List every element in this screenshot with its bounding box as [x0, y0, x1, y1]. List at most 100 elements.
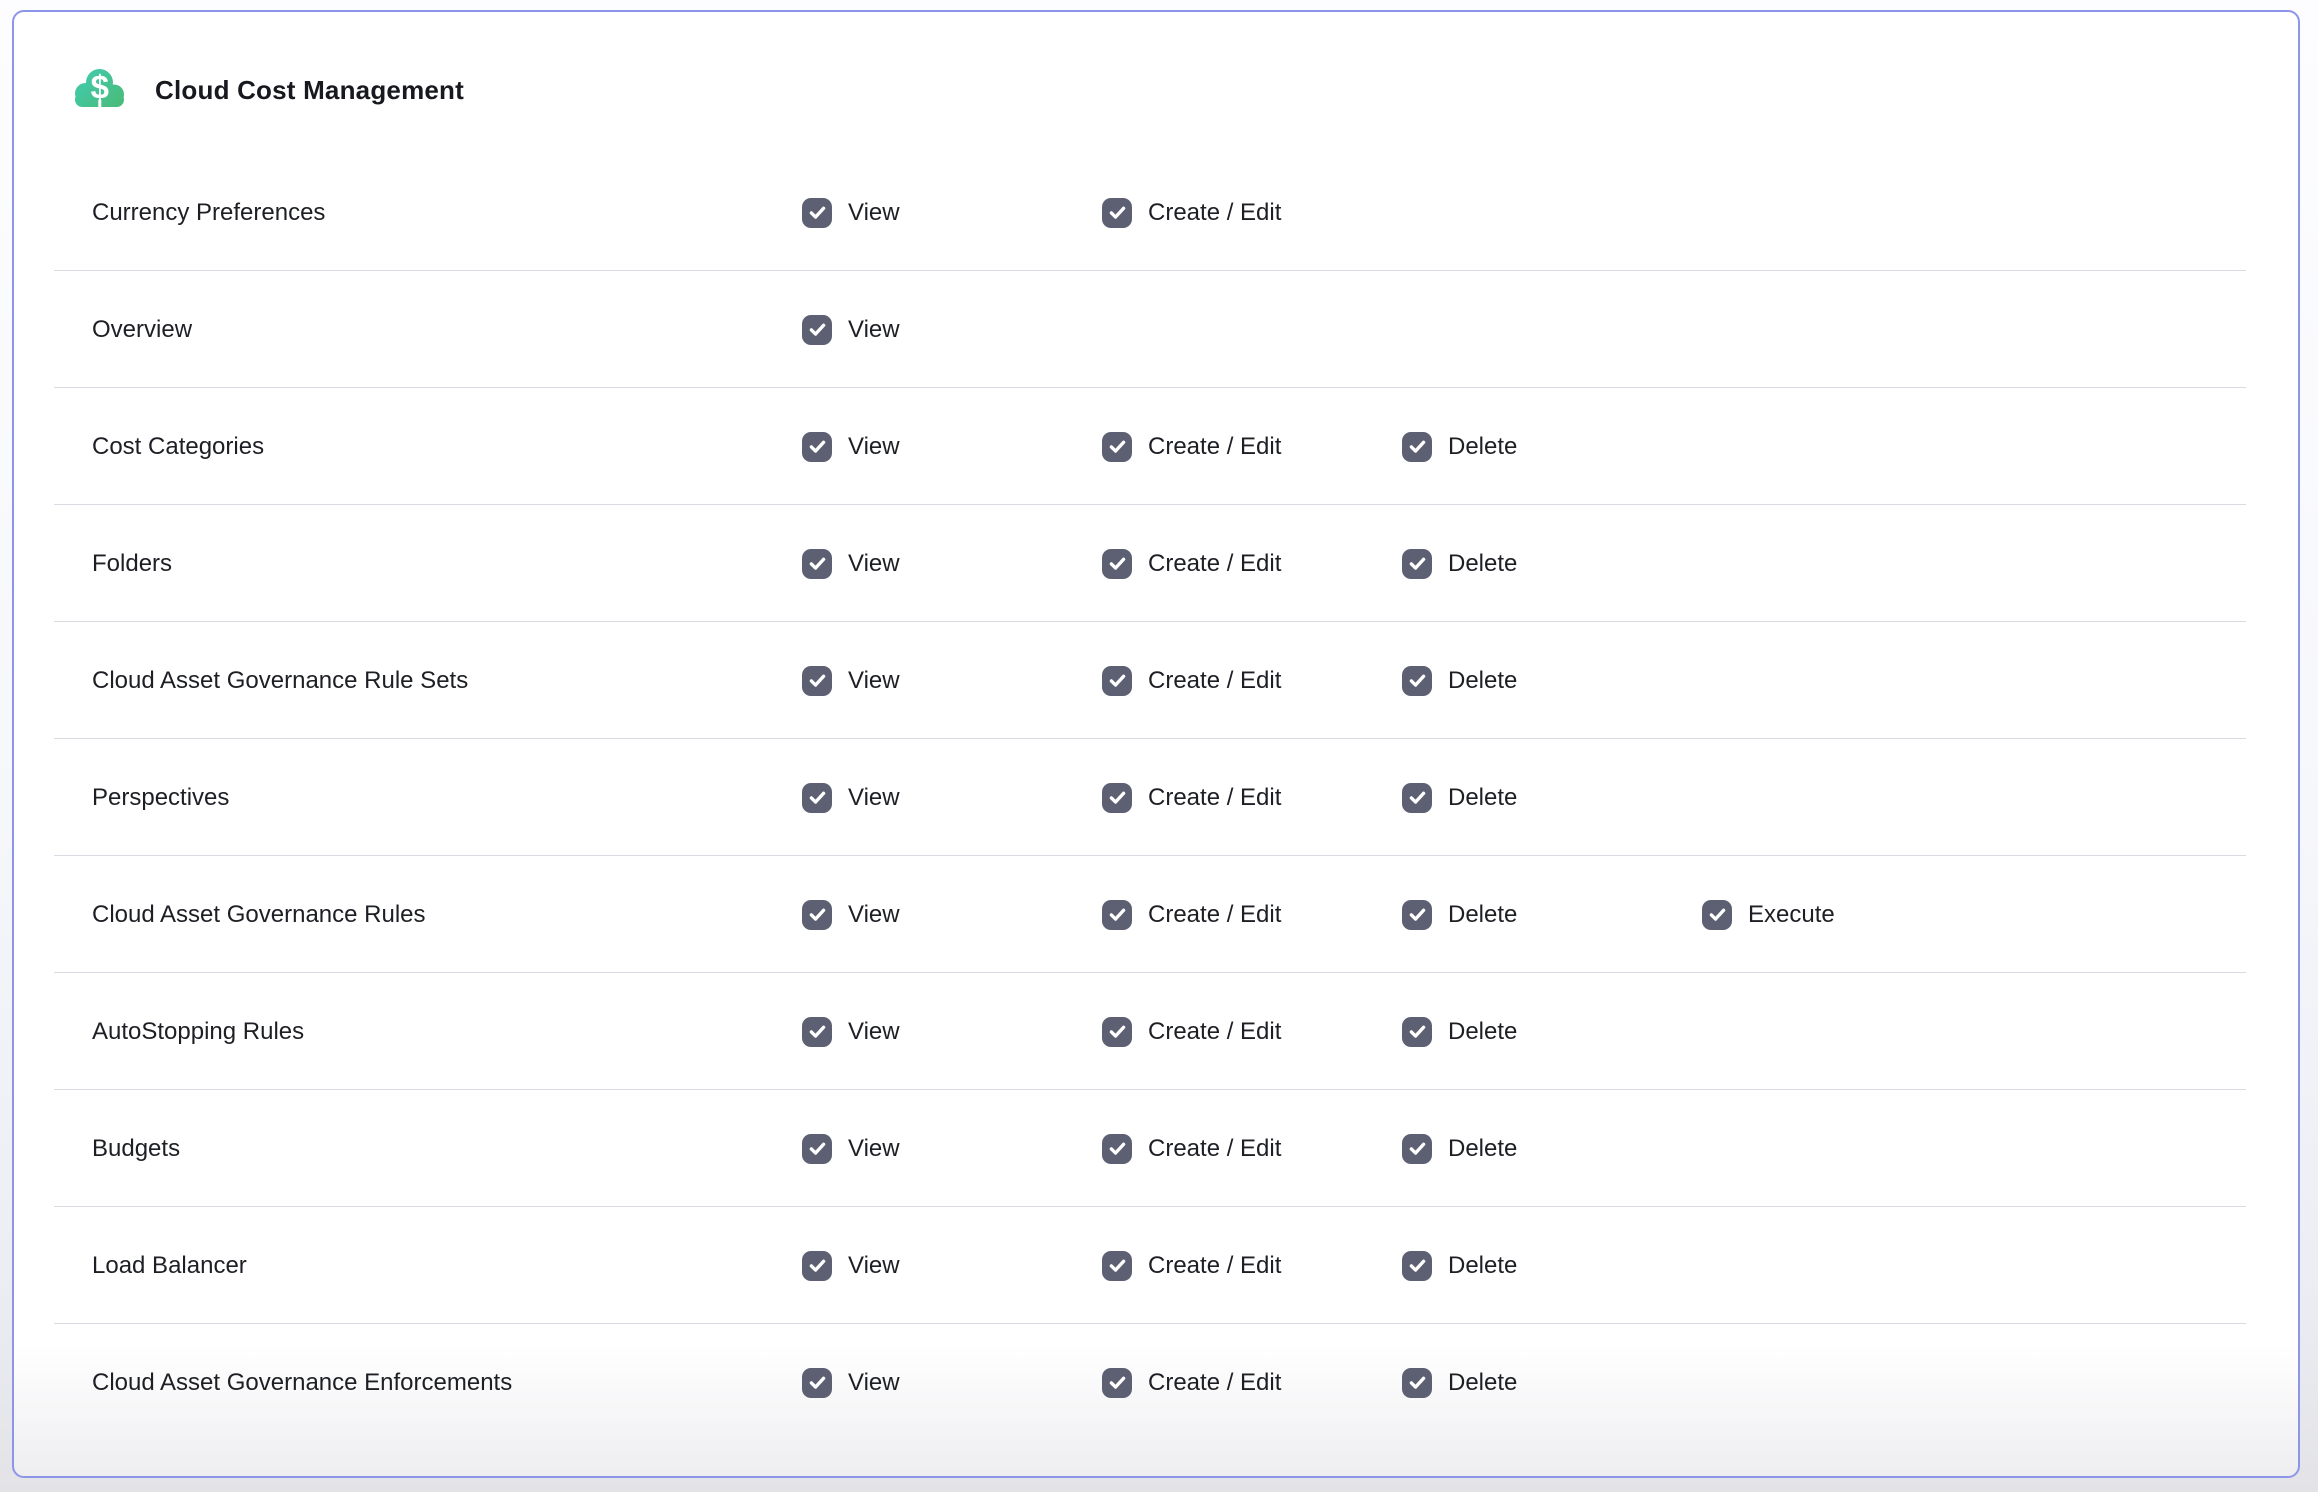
permission-label: View: [848, 316, 900, 344]
permission-label: View: [848, 199, 900, 227]
checkmark-icon: [1407, 904, 1428, 925]
checkbox-checked[interactable]: [1402, 666, 1432, 696]
permission-row: Budgets View Create / Edit Delete: [14, 1090, 2298, 1207]
permission-label: Create / Edit: [1148, 1018, 1281, 1046]
checkbox-checked[interactable]: [1102, 1017, 1132, 1047]
permission-label: View: [848, 550, 900, 578]
checkmark-icon: [807, 1255, 828, 1276]
checkmark-icon: [807, 787, 828, 808]
permission-label: Create / Edit: [1148, 1135, 1281, 1163]
permission-view: View: [802, 1251, 1102, 1281]
cloud-cost-management-permissions-card: $ Cloud Cost Management Currency Prefere…: [12, 10, 2300, 1478]
permission-label: Create / Edit: [1148, 433, 1281, 461]
permission-label: View: [848, 667, 900, 695]
checkbox-checked[interactable]: [802, 900, 832, 930]
checkmark-icon: [1407, 1255, 1428, 1276]
resource-label: Load Balancer: [92, 1252, 802, 1280]
checkbox-checked[interactable]: [802, 1251, 832, 1281]
checkbox-checked[interactable]: [1402, 1017, 1432, 1047]
permission-label: Create / Edit: [1148, 1369, 1281, 1397]
checkbox-checked[interactable]: [1102, 900, 1132, 930]
permission-create-edit: Create / Edit: [1102, 549, 1402, 579]
permission-view: View: [802, 549, 1102, 579]
checkbox-checked[interactable]: [1102, 432, 1132, 462]
checkbox-checked[interactable]: [802, 1368, 832, 1398]
permission-create-edit: Create / Edit: [1102, 198, 1402, 228]
checkbox-checked[interactable]: [1402, 1134, 1432, 1164]
checkmark-icon: [1407, 1372, 1428, 1393]
permission-label: View: [848, 1369, 900, 1397]
permission-create-edit: Create / Edit: [1102, 900, 1402, 930]
checkmark-icon: [807, 1372, 828, 1393]
checkmark-icon: [807, 670, 828, 691]
permission-label: View: [848, 1018, 900, 1046]
permission-label: Delete: [1448, 901, 1517, 929]
checkbox-checked[interactable]: [802, 1017, 832, 1047]
permission-label: Delete: [1448, 1369, 1517, 1397]
resource-label: Cloud Asset Governance Enforcements: [92, 1369, 802, 1397]
checkbox-checked[interactable]: [802, 432, 832, 462]
checkbox-checked[interactable]: [1402, 1368, 1432, 1398]
resource-label: Budgets: [92, 1135, 802, 1163]
permission-label: Delete: [1448, 550, 1517, 578]
permission-row: Cloud Asset Governance Rule Sets ViewCre…: [14, 622, 2298, 739]
checkmark-icon: [1107, 787, 1128, 808]
permission-view: View: [802, 900, 1102, 930]
checkbox-checked[interactable]: [1402, 900, 1432, 930]
permission-create-edit: Create / Edit: [1102, 666, 1402, 696]
checkbox-checked[interactable]: [1102, 1368, 1132, 1398]
permission-label: Create / Edit: [1148, 901, 1281, 929]
checkbox-checked[interactable]: [1702, 900, 1732, 930]
resource-label: Folders: [92, 550, 802, 578]
permission-label: Create / Edit: [1148, 550, 1281, 578]
permission-label: Create / Edit: [1148, 199, 1281, 227]
checkbox-checked[interactable]: [1402, 549, 1432, 579]
permission-label: Delete: [1448, 667, 1517, 695]
permission-view: View: [802, 198, 1102, 228]
checkbox-checked[interactable]: [802, 783, 832, 813]
checkmark-icon: [807, 553, 828, 574]
permission-create-edit: Create / Edit: [1102, 783, 1402, 813]
checkmark-icon: [1107, 436, 1128, 457]
permission-label: Execute: [1748, 901, 1835, 929]
permission-label: View: [848, 901, 900, 929]
checkbox-checked[interactable]: [802, 549, 832, 579]
checkmark-icon: [807, 1021, 828, 1042]
checkbox-checked[interactable]: [1102, 666, 1132, 696]
permission-row: AutoStopping Rules ViewCreate / EditDele…: [14, 973, 2298, 1090]
permission-create-edit: Create / Edit: [1102, 1368, 1402, 1398]
permission-view: View: [802, 315, 1102, 345]
permission-row: Cloud Asset Governance Enforcements View…: [14, 1324, 2298, 1441]
checkmark-icon: [1407, 670, 1428, 691]
checkbox-checked[interactable]: [1102, 783, 1132, 813]
cloud-dollar-icon: $: [71, 65, 129, 115]
permission-delete: Delete: [1402, 783, 1702, 813]
checkbox-checked[interactable]: [1102, 549, 1132, 579]
checkmark-icon: [807, 904, 828, 925]
permission-view: View: [802, 1368, 1102, 1398]
checkbox-checked[interactable]: [1102, 1251, 1132, 1281]
permission-row: Load Balancer ViewCreate / EditDelete: [14, 1207, 2298, 1324]
permission-create-edit: Create / Edit: [1102, 432, 1402, 462]
permission-delete: Delete: [1402, 1134, 1702, 1164]
permission-label: View: [848, 1135, 900, 1163]
permission-view: View: [802, 666, 1102, 696]
permission-view: View: [802, 432, 1102, 462]
resource-label: Cost Categories: [92, 433, 802, 461]
checkbox-checked[interactable]: [1402, 783, 1432, 813]
checkbox-checked[interactable]: [802, 198, 832, 228]
checkbox-checked[interactable]: [1402, 432, 1432, 462]
checkbox-checked[interactable]: [1402, 1251, 1432, 1281]
checkbox-checked[interactable]: [802, 666, 832, 696]
permission-delete: Delete: [1402, 1017, 1702, 1047]
resource-label: Currency Preferences: [92, 199, 802, 227]
checkbox-checked[interactable]: [802, 315, 832, 345]
permission-label: Delete: [1448, 1252, 1517, 1280]
checkmark-icon: [1107, 1138, 1128, 1159]
checkbox-checked[interactable]: [1102, 198, 1132, 228]
checkbox-checked[interactable]: [1102, 1134, 1132, 1164]
checkbox-checked[interactable]: [802, 1134, 832, 1164]
checkmark-icon: [807, 319, 828, 340]
checkmark-icon: [1107, 1021, 1128, 1042]
permission-row: Overview View: [14, 271, 2298, 388]
